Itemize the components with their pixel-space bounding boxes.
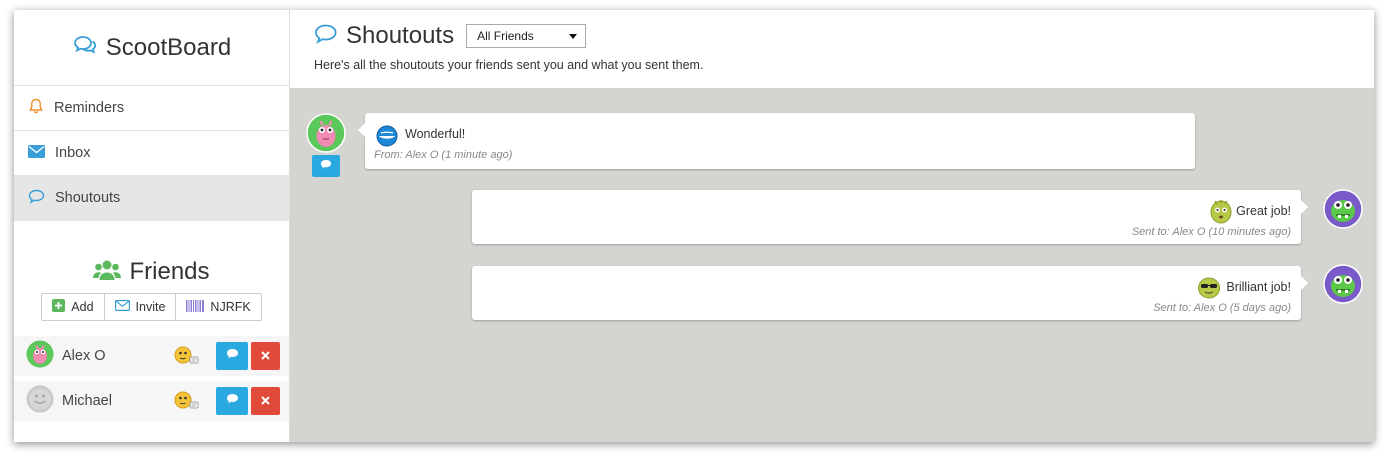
- shoutout-feed: Wonderful! From: Alex O (1 minute ago) G…: [290, 88, 1374, 442]
- friend-row: Michael: [14, 381, 289, 421]
- friends-title: Friends: [129, 258, 210, 285]
- send-shoutout-button[interactable]: [216, 342, 248, 370]
- app-window: ScootBoard Reminders Inbox Shoutouts Fri…: [14, 10, 1374, 442]
- main-panel: Shoutouts All Friends Here's all the sho…: [290, 10, 1374, 442]
- shoutout-sent: Brilliant job! Sent to: Alex O (5 days a…: [472, 266, 1308, 320]
- add-friend-button[interactable]: Add: [41, 293, 105, 321]
- thinking-face-icon: [174, 346, 200, 371]
- shoutout-text: Wonderful!: [405, 127, 466, 141]
- friends-section: Friends Add Invite NJRFK Alex O Michael: [14, 221, 289, 421]
- blue-ball-emoji: [376, 125, 398, 152]
- add-friend-label: Add: [71, 300, 94, 314]
- plus-square-icon: [52, 299, 66, 315]
- gray-smiley-avatar: [26, 385, 54, 418]
- friend-name: Michael: [62, 393, 112, 409]
- caret-down-icon: [569, 29, 578, 43]
- close-icon: [261, 349, 270, 363]
- friend-filter-select[interactable]: All Friends: [466, 24, 587, 48]
- thinking-face-icon: [174, 391, 200, 416]
- page-title: Shoutouts: [346, 22, 455, 49]
- shoutout-received: Wonderful! From: Alex O (1 minute ago): [358, 113, 1195, 169]
- sidebar-item-shoutouts[interactable]: Shoutouts: [14, 176, 289, 221]
- sidebar-item-reminders[interactable]: Reminders: [14, 86, 289, 131]
- shoutout-meta: Sent to: Alex O (5 days ago): [1153, 302, 1291, 314]
- comment-icon: [226, 347, 239, 365]
- pink-monster-avatar: [306, 113, 346, 153]
- sunglasses-emoji: [1197, 275, 1221, 304]
- app-title: ScootBoard: [105, 33, 232, 61]
- sidebar: ScootBoard Reminders Inbox Shoutouts Fri…: [14, 10, 290, 442]
- barcode-icon: [186, 299, 205, 315]
- invite-friend-label: Invite: [135, 300, 166, 314]
- green-monster-avatar: [1323, 189, 1363, 229]
- page-subtitle: Here's all the shoutouts your friends se…: [314, 58, 704, 72]
- send-shoutout-button[interactable]: [216, 387, 248, 415]
- comment-icon: [320, 157, 332, 175]
- green-monster-avatar: [1323, 264, 1363, 304]
- friends-actions: Add Invite NJRFK: [14, 293, 289, 321]
- shoutout-text: Brilliant job!: [1226, 280, 1291, 294]
- friend-name: Alex O: [62, 348, 106, 364]
- close-icon: [261, 394, 270, 408]
- reply-shoutout-button[interactable]: [312, 155, 340, 177]
- chat-bubbles-icon: [72, 34, 98, 61]
- comment-icon: [226, 392, 239, 410]
- shoutout-meta: Sent to: Alex O (10 minutes ago): [1131, 226, 1291, 238]
- friend-code-label: NJRFK: [210, 300, 251, 314]
- sidebar-item-label: Inbox: [55, 145, 91, 161]
- pink-monster-avatar: [26, 340, 54, 373]
- sidebar-item-label: Shoutouts: [55, 190, 121, 206]
- friend-list: Alex O Michael: [14, 336, 289, 421]
- friend-filter-value: All Friends: [477, 29, 534, 43]
- users-icon: [93, 259, 122, 286]
- bell-icon: [28, 98, 44, 118]
- shoutout-sent: Great job! Sent to: Alex O (10 minutes a…: [472, 190, 1308, 244]
- page-header: Shoutouts All Friends Here's all the sho…: [290, 10, 1374, 88]
- remove-friend-button[interactable]: [251, 387, 280, 415]
- shoutout-text: Great job!: [1236, 204, 1291, 218]
- invite-friend-button[interactable]: Invite: [104, 293, 177, 321]
- friend-code-button[interactable]: NJRFK: [176, 293, 262, 321]
- remove-friend-button[interactable]: [251, 342, 280, 370]
- sidebar-item-label: Reminders: [54, 100, 125, 116]
- envelope-icon: [28, 144, 45, 162]
- envelope-outline-icon: [114, 300, 130, 314]
- shoutout-meta: From: Alex O (1 minute ago): [374, 149, 513, 161]
- speech-bubble-icon: [28, 189, 45, 208]
- speech-bubble-icon: [314, 24, 338, 49]
- brand: ScootBoard: [14, 10, 289, 86]
- friend-row: Alex O: [14, 336, 289, 376]
- green-blob-emoji: [1209, 198, 1233, 229]
- sidebar-item-inbox[interactable]: Inbox: [14, 131, 289, 176]
